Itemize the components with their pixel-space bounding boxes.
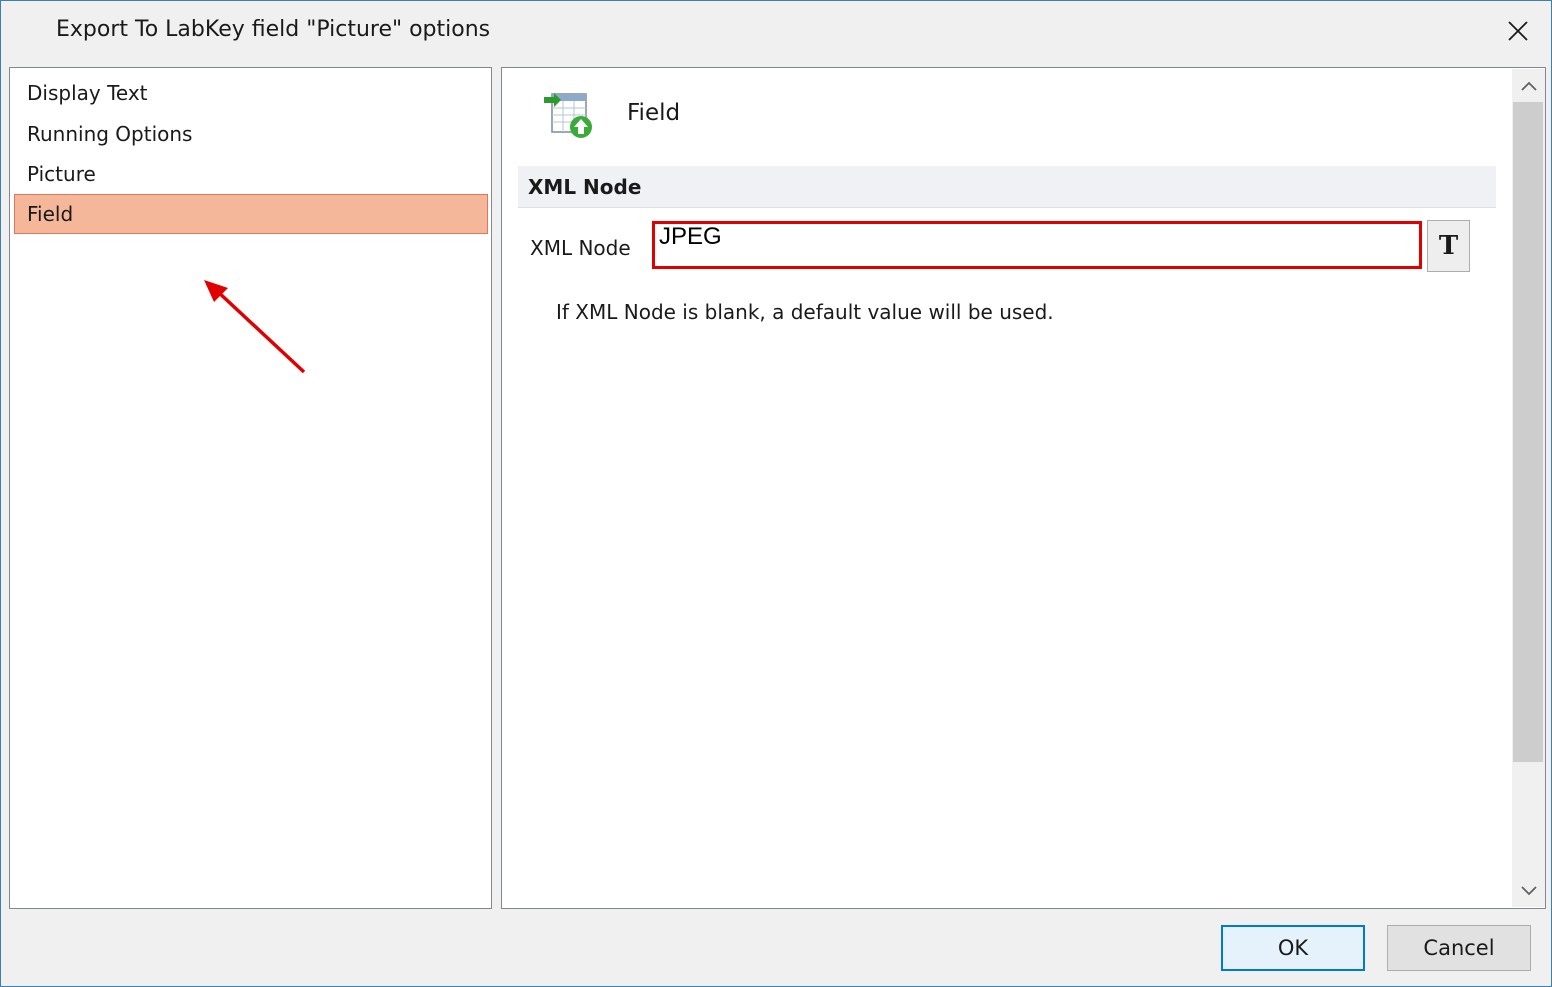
text-format-button[interactable]: T — [1427, 220, 1470, 272]
xml-node-label: XML Node — [530, 236, 631, 260]
close-button[interactable] — [1497, 11, 1539, 51]
close-icon — [1508, 21, 1528, 41]
scroll-down-button[interactable] — [1512, 874, 1545, 907]
field-options-panel: Field XML Node XML Node T If XML Node is… — [501, 67, 1546, 909]
window-title: Export To LabKey field "Picture" options — [56, 17, 491, 42]
scroll-up-button[interactable] — [1512, 69, 1545, 102]
export-table-icon — [544, 93, 592, 138]
cancel-button[interactable]: Cancel — [1387, 925, 1531, 971]
ok-button[interactable]: OK — [1221, 925, 1365, 971]
nav-item-picture[interactable]: Picture — [14, 154, 488, 194]
vertical-scrollbar[interactable] — [1512, 69, 1545, 907]
category-list: Display Text Running Options Picture Fie… — [9, 67, 492, 909]
options-dialog: Export To LabKey field "Picture" options… — [0, 0, 1552, 987]
nav-item-field[interactable]: Field — [14, 194, 488, 234]
nav-item-running-options[interactable]: Running Options — [14, 114, 488, 154]
chevron-down-icon — [1520, 885, 1537, 895]
panel-heading: Field — [627, 100, 681, 126]
nav-item-display-text[interactable]: Display Text — [14, 73, 488, 113]
chevron-up-icon — [1520, 81, 1537, 91]
scroll-thumb[interactable] — [1513, 102, 1543, 762]
xml-node-input[interactable] — [652, 221, 1422, 269]
annotation-arrow-icon — [204, 280, 306, 374]
xml-node-hint: If XML Node is blank, a default value wi… — [556, 300, 1054, 324]
section-header-xml-node: XML Node — [518, 166, 1496, 208]
